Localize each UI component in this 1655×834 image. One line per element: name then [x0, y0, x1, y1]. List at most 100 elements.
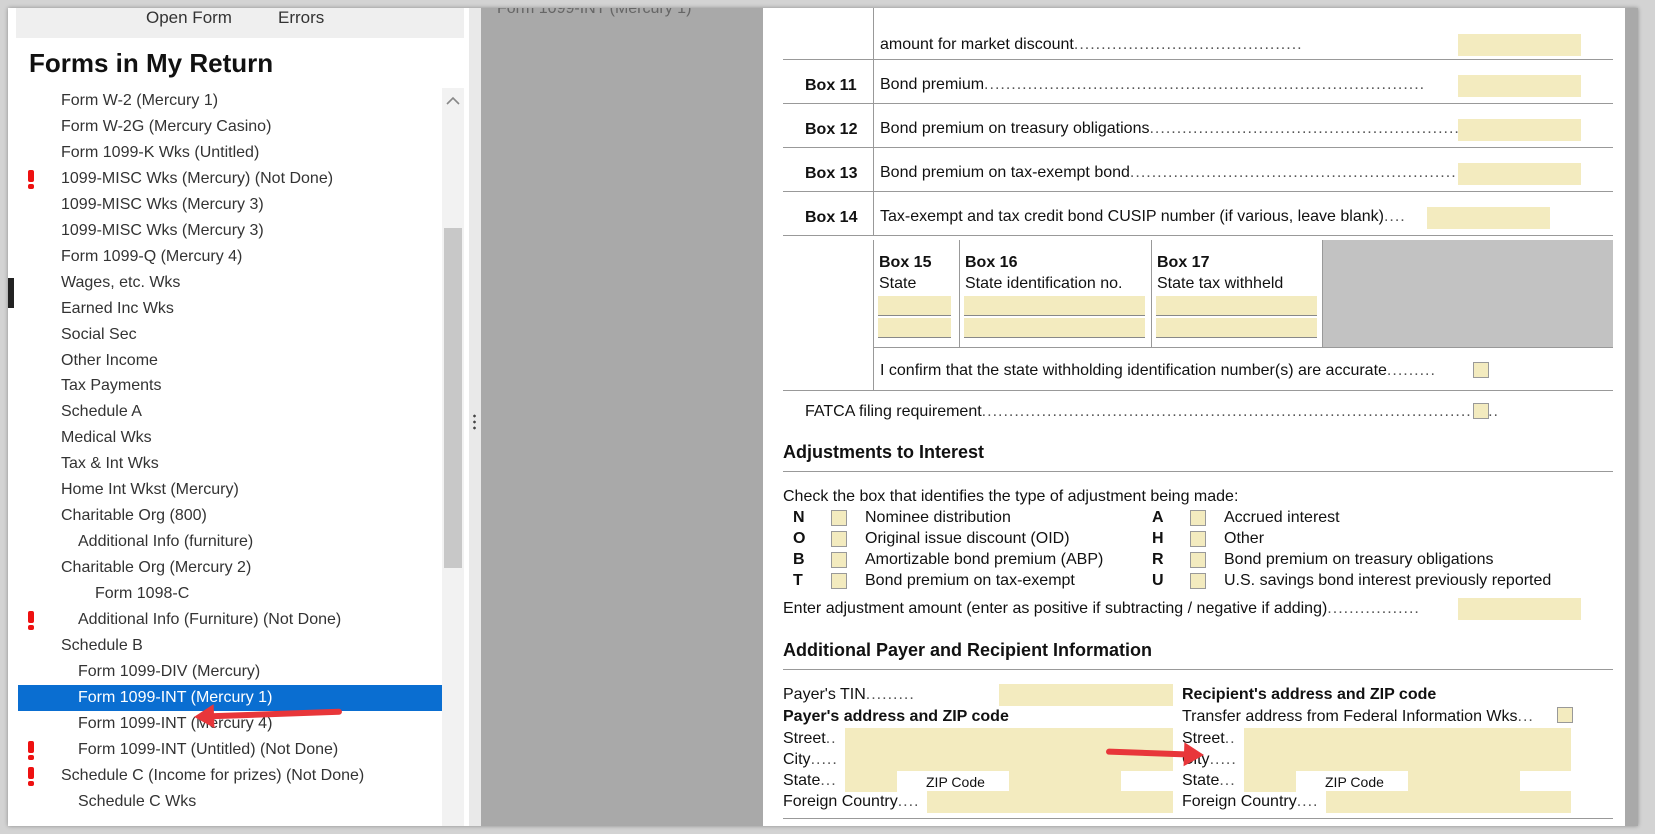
tree-item[interactable]: Schedule B: [18, 633, 443, 659]
recipient-zip-field[interactable]: [1408, 770, 1520, 792]
payer-tin-text: Payer's TIN.........: [783, 686, 915, 704]
tree-item[interactable]: Schedule C (Income for prizes) (Not Done…: [18, 763, 443, 789]
adjustment-checkbox[interactable]: [831, 573, 847, 589]
adjustment-checkbox[interactable]: [1190, 531, 1206, 547]
tree-item[interactable]: Wages, etc. Wks: [18, 270, 443, 296]
drag-handle-icon[interactable]: [473, 413, 476, 431]
tree-item[interactable]: Tax & Int Wks: [18, 451, 443, 477]
open-form-button[interactable]: Open Form: [146, 8, 232, 28]
payer-tin-label: Payer's TIN: [783, 686, 866, 703]
box-12-desc: Bond premium on treasury obligations....…: [880, 120, 1520, 138]
chevron-up-icon[interactable]: [446, 96, 460, 106]
recipient-country-text: Foreign Country....: [1182, 793, 1319, 811]
tree-item[interactable]: Form W-2 (Mercury 1): [18, 88, 443, 114]
adjustment-checkbox[interactable]: [1190, 552, 1206, 568]
box-15-field-1[interactable]: [878, 296, 951, 316]
box-10-desc: amount for market discount..............…: [880, 36, 1303, 54]
payer-street-field[interactable]: [845, 728, 1173, 751]
adjustment-code: T: [793, 572, 803, 589]
leader-dots: ....: [1383, 208, 1406, 225]
box-11-field[interactable]: [1458, 75, 1581, 97]
payer-state-field[interactable]: [845, 770, 897, 792]
scrollbar-thumb[interactable]: [444, 228, 462, 568]
leader-dots: ........................................…: [984, 76, 1426, 93]
adjustment-checkbox[interactable]: [831, 510, 847, 526]
tree-item-label: Form W-2G (Mercury Casino): [61, 117, 272, 135]
tree-item[interactable]: Other Income: [18, 348, 443, 374]
adjustments-instruction: Check the box that identifies the type o…: [783, 488, 1239, 505]
box-17-field-1[interactable]: [1156, 296, 1317, 316]
box-16-field-2[interactable]: [964, 318, 1145, 338]
tree-item[interactable]: Form 1099-DIV (Mercury): [18, 659, 443, 685]
tree-item-label: Medical Wks: [61, 429, 152, 447]
box-13-desc: Bond premium on tax-exempt bond.........…: [880, 164, 1517, 182]
tree-item[interactable]: Form 1098-C: [18, 581, 443, 607]
tree-item[interactable]: Form 1099-INT (Mercury 1): [18, 684, 443, 711]
adj-amount-field[interactable]: [1458, 598, 1581, 620]
tree-item[interactable]: Form 1099-Q (Mercury 4): [18, 244, 443, 270]
tree-item[interactable]: Additional Info (Furniture) (Not Done): [18, 607, 443, 633]
section-divider: [783, 471, 1613, 472]
box-14-row: Box 14 Tax-exempt and tax credit bond CU…: [783, 192, 1613, 236]
adjustment-checkbox[interactable]: [831, 552, 847, 568]
adjustment-checkbox[interactable]: [1190, 510, 1206, 526]
leader-dots: ........................................…: [1073, 36, 1303, 53]
confirm-checkbox[interactable]: [1473, 362, 1489, 378]
transfer-address-checkbox[interactable]: [1557, 707, 1573, 723]
adjustment-label: Accrued interest: [1224, 509, 1340, 526]
tree-item[interactable]: Tax Payments: [18, 373, 443, 399]
leader-dots: ...: [820, 772, 837, 789]
tree-item[interactable]: 1099-MISC Wks (Mercury 3): [18, 218, 443, 244]
payer-tin-field[interactable]: [999, 684, 1173, 706]
box-14-text: Tax-exempt and tax credit bond CUSIP num…: [880, 208, 1384, 225]
box-10-field[interactable]: [1458, 34, 1581, 56]
fatca-checkbox[interactable]: [1473, 403, 1489, 419]
box-13-field[interactable]: [1458, 163, 1581, 185]
grid-divider: [873, 347, 1613, 348]
tree-item[interactable]: Schedule C Wks: [18, 789, 443, 815]
arrow-head: [1183, 742, 1205, 767]
tree-item[interactable]: Form 1099-K Wks (Untitled): [18, 140, 443, 166]
error-icon: [28, 740, 34, 760]
tree-item[interactable]: Form W-2G (Mercury Casino): [18, 114, 443, 140]
row-divider: [873, 104, 874, 147]
tree-item[interactable]: Home Int Wkst (Mercury): [18, 477, 443, 503]
row-divider: [873, 192, 874, 235]
leader-dots: ...: [1517, 708, 1534, 725]
box-16-sub: State identification no.: [965, 275, 1123, 292]
tree-item[interactable]: 1099-MISC Wks (Mercury) (Not Done): [18, 166, 443, 192]
tree-item-label: Form 1099-DIV (Mercury): [78, 662, 261, 680]
recipient-country-field[interactable]: [1326, 791, 1571, 813]
tree-scrollbar[interactable]: [442, 88, 464, 826]
tree-item[interactable]: Charitable Org (Mercury 2): [18, 555, 443, 581]
tree-item[interactable]: Additional Info (furniture): [18, 529, 443, 555]
tree-item[interactable]: Medical Wks: [18, 425, 443, 451]
tree-item-label: Schedule C (Income for prizes) (Not Done…: [61, 766, 365, 784]
box-12-field[interactable]: [1458, 119, 1581, 141]
box-15-field-2[interactable]: [878, 318, 951, 338]
tree-item[interactable]: Social Sec: [18, 322, 443, 348]
fatca-label: FATCA filing requirement: [805, 403, 982, 420]
fatca-text: FATCA filing requirement................…: [805, 403, 1499, 421]
tree-item[interactable]: Charitable Org (800): [18, 503, 443, 529]
tree-item[interactable]: Earned Inc Wks: [18, 296, 443, 322]
payer-zip-field[interactable]: [1009, 770, 1121, 792]
recipient-state-field[interactable]: [1244, 770, 1296, 792]
tree-item-label: Additional Info (furniture): [78, 533, 254, 551]
tree-item[interactable]: Form 1099-INT (Untitled) (Not Done): [18, 737, 443, 763]
transfer-label: Transfer address from Federal Informatio…: [1182, 708, 1518, 725]
recipient-street-field[interactable]: [1244, 728, 1571, 751]
box-17-field-2[interactable]: [1156, 318, 1317, 338]
tree-item[interactable]: 1099-MISC Wks (Mercury 3): [18, 192, 443, 218]
recipient-address-heading: Recipient's address and ZIP code: [1182, 686, 1437, 703]
leader-dots: .........: [865, 686, 915, 703]
tree-item[interactable]: Schedule A: [18, 399, 443, 425]
pane-splitter[interactable]: [469, 8, 481, 826]
adjustment-checkbox[interactable]: [1190, 573, 1206, 589]
payer-country-field[interactable]: [927, 791, 1173, 813]
box-14-field[interactable]: [1427, 207, 1550, 229]
adjustment-checkbox[interactable]: [831, 531, 847, 547]
recipient-city-field[interactable]: [1244, 749, 1571, 771]
errors-button[interactable]: Errors: [278, 8, 324, 28]
box-16-field-1[interactable]: [964, 296, 1145, 316]
